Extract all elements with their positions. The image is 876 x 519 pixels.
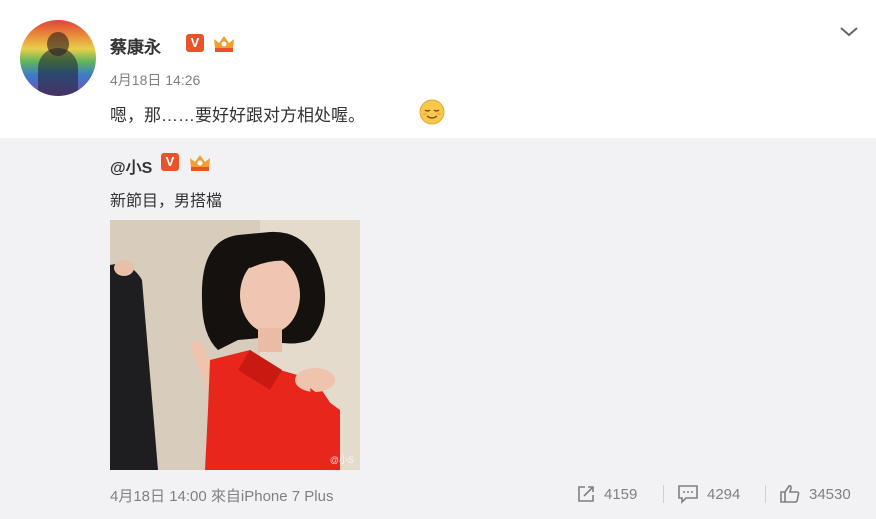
share-button[interactable]: 4159 <box>576 483 637 505</box>
comment-button[interactable]: 4294 <box>677 483 740 505</box>
divider <box>765 485 766 503</box>
avatar-figure <box>38 48 78 96</box>
relieved-face-emoji-icon <box>419 99 445 125</box>
author-avatar[interactable] <box>20 20 96 96</box>
post-time[interactable]: 4月18日 14:26 <box>110 70 200 90</box>
photo-watermark: @小S <box>329 455 354 465</box>
verified-badge: V <box>186 34 204 52</box>
like-count: 34530 <box>809 485 851 503</box>
vip-crown-icon <box>190 155 210 171</box>
like-button[interactable]: 34530 <box>779 483 851 505</box>
share-icon <box>578 486 594 502</box>
repost-card[interactable]: @小S V 新節目，男搭檔 @小S 4月18日 14:00 來自iPhone 7… <box>0 138 876 519</box>
vip-crown-icon <box>214 36 234 52</box>
repost-meta[interactable]: 4月18日 14:00 來自iPhone 7 Plus <box>110 485 333 506</box>
divider <box>663 485 664 503</box>
share-count: 4159 <box>604 485 638 503</box>
post-header: 蔡康永 V 4月18日 14:26 嗯，那……要好好跟对方相处喔。 <box>0 0 876 138</box>
author-name[interactable]: 蔡康永 <box>110 33 161 58</box>
thumbs-up-icon <box>780 484 800 503</box>
original-author[interactable]: @小S <box>110 154 152 178</box>
original-verified-badge: V <box>161 153 179 171</box>
chevron-down-icon[interactable] <box>838 22 860 40</box>
original-post-text: 新節目，男搭檔 <box>110 193 223 210</box>
comment-icon <box>678 485 698 504</box>
post-photo[interactable]: @小S <box>110 220 360 470</box>
post-text: 嗯，那……要好好跟对方相处喔。 <box>110 106 365 125</box>
photo-illustration <box>110 220 360 470</box>
comment-count: 4294 <box>707 485 741 503</box>
